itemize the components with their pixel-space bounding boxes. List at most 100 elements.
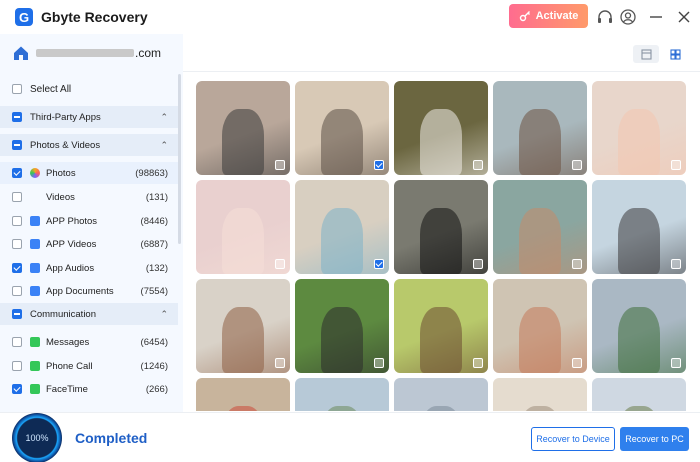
item-checkbox[interactable] — [12, 168, 22, 178]
photo-checkbox[interactable] — [473, 259, 483, 269]
photo-image — [321, 109, 363, 175]
category-third-party-apps[interactable]: Third-Party Apps ⌃ — [0, 106, 178, 128]
sidebar-item-app-photos[interactable]: APP Photos (8446) — [0, 210, 178, 232]
photo-image — [222, 208, 264, 274]
sidebar-item-phone-call[interactable]: Phone Call (1246) — [0, 355, 178, 377]
photo-thumbnail[interactable] — [295, 378, 389, 411]
photo-checkbox[interactable] — [473, 160, 483, 170]
list-view-button[interactable] — [633, 45, 659, 63]
category-checkbox[interactable] — [12, 309, 22, 319]
select-all-row[interactable]: Select All — [0, 80, 178, 98]
photo-thumbnail[interactable] — [196, 180, 290, 274]
progress-text: 100% — [25, 433, 49, 443]
photo-checkbox[interactable] — [275, 358, 285, 368]
photo-thumbnail[interactable] — [394, 81, 488, 175]
sidebar-scrollbar[interactable] — [178, 74, 181, 244]
photo-image — [222, 307, 264, 373]
photo-checkbox[interactable] — [572, 259, 582, 269]
photo-thumbnail[interactable] — [394, 279, 488, 373]
photo-image — [321, 406, 363, 411]
photo-checkbox[interactable] — [671, 160, 681, 170]
chevron-up-icon[interactable]: ⌃ — [160, 112, 168, 123]
app-logo: G — [15, 8, 33, 26]
photo-thumbnail[interactable] — [295, 81, 389, 175]
photo-thumbnail[interactable] — [394, 180, 488, 274]
sidebar-item-app-documents[interactable]: App Documents (7554) — [0, 280, 178, 302]
photo-checkbox[interactable] — [374, 259, 384, 269]
category-checkbox[interactable] — [12, 112, 22, 122]
photo-checkbox[interactable] — [572, 160, 582, 170]
photo-thumbnail[interactable] — [493, 279, 587, 373]
chevron-up-icon[interactable]: ⌃ — [160, 309, 168, 320]
photo-thumbnail[interactable] — [592, 180, 686, 274]
photo-image — [420, 406, 462, 411]
item-label: Photos — [46, 167, 76, 179]
photo-checkbox[interactable] — [374, 160, 384, 170]
item-label: App Audios — [46, 262, 95, 274]
photo-image — [420, 208, 462, 274]
photo-thumbnail[interactable] — [592, 378, 686, 411]
sidebar-item-videos[interactable]: Videos (131) — [0, 186, 178, 208]
photo-checkbox[interactable] — [275, 259, 285, 269]
item-checkbox[interactable] — [12, 337, 22, 347]
item-count: (132) — [145, 262, 168, 274]
photo-thumbnail[interactable] — [394, 378, 488, 411]
email-redaction — [36, 49, 134, 57]
photo-thumbnail[interactable] — [493, 378, 587, 411]
photo-thumbnail[interactable] — [493, 81, 587, 175]
item-checkbox[interactable] — [12, 239, 22, 249]
item-count: (98863) — [135, 167, 168, 179]
footer-bar: 100% Completed Recover to Device Recover… — [0, 412, 700, 462]
facetime-icon — [30, 384, 40, 394]
sidebar-item-app-videos[interactable]: APP Videos (6887) — [0, 233, 178, 255]
photo-image — [420, 307, 462, 373]
grid-view-button[interactable] — [662, 45, 688, 63]
sidebar-item-photos[interactable]: Photos (98863) — [0, 162, 178, 184]
category-photos-videos[interactable]: Photos & Videos ⌃ — [0, 134, 178, 156]
photo-checkbox[interactable] — [275, 160, 285, 170]
close-icon[interactable] — [675, 8, 693, 26]
recover-to-pc-button[interactable]: Recover to PC — [620, 427, 689, 451]
photo-grid — [196, 81, 696, 411]
category-communication[interactable]: Communication ⌃ — [0, 303, 178, 325]
photo-image — [618, 109, 660, 175]
sidebar-item-app-audios[interactable]: App Audios (132) — [0, 257, 178, 279]
photo-image — [222, 406, 264, 411]
sidebar-item-facetime[interactable]: FaceTime (266) — [0, 378, 178, 400]
photo-checkbox[interactable] — [572, 358, 582, 368]
select-all-checkbox[interactable] — [12, 84, 22, 94]
item-checkbox[interactable] — [12, 216, 22, 226]
user-icon[interactable] — [619, 8, 637, 26]
photos-icon — [30, 168, 40, 178]
category-checkbox[interactable] — [12, 140, 22, 150]
photo-checkbox[interactable] — [473, 358, 483, 368]
photo-thumbnail[interactable] — [295, 180, 389, 274]
item-checkbox[interactable] — [12, 384, 22, 394]
photo-thumbnail[interactable] — [196, 378, 290, 411]
photo-thumbnail[interactable] — [592, 279, 686, 373]
headset-icon[interactable] — [596, 8, 614, 26]
item-checkbox[interactable] — [12, 361, 22, 371]
sidebar-item-messages[interactable]: Messages (6454) — [0, 331, 178, 353]
minimize-icon[interactable] — [647, 8, 665, 26]
photo-checkbox[interactable] — [374, 358, 384, 368]
photo-thumbnail[interactable] — [196, 279, 290, 373]
item-label: App Documents — [46, 285, 114, 297]
photo-checkbox[interactable] — [671, 259, 681, 269]
item-checkbox[interactable] — [12, 263, 22, 273]
app-videos-icon — [30, 239, 40, 249]
item-checkbox[interactable] — [12, 286, 22, 296]
sidebar: Select All Third-Party Apps ⌃ Photos & V… — [0, 72, 183, 412]
photo-checkbox[interactable] — [671, 358, 681, 368]
activate-button[interactable]: Activate — [509, 4, 588, 28]
item-count: (131) — [145, 191, 168, 203]
photo-thumbnail[interactable] — [295, 279, 389, 373]
recover-to-device-button[interactable]: Recover to Device — [531, 427, 615, 451]
item-checkbox[interactable] — [12, 192, 22, 202]
chevron-up-icon[interactable]: ⌃ — [160, 140, 168, 151]
photo-thumbnail[interactable] — [592, 81, 686, 175]
item-label: Phone Call — [46, 360, 93, 372]
item-count: (266) — [145, 383, 168, 395]
photo-thumbnail[interactable] — [493, 180, 587, 274]
photo-thumbnail[interactable] — [196, 81, 290, 175]
